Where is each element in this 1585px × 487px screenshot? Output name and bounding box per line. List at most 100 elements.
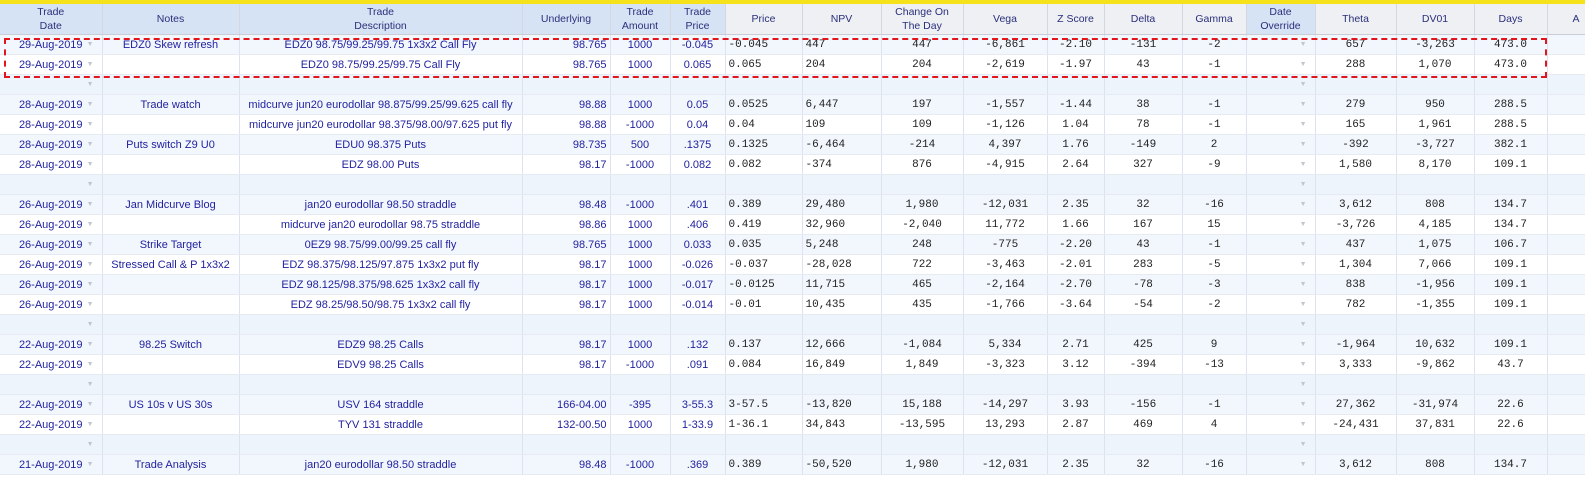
dropdown-arrow-icon[interactable]: ▼ xyxy=(1300,121,1307,128)
cell-extra[interactable] xyxy=(1547,334,1585,355)
cell-price[interactable]: -0.037 xyxy=(725,254,803,275)
cell-date-override[interactable]: ▼ xyxy=(1246,334,1316,355)
cell-z-score[interactable]: 1.76 xyxy=(1047,134,1105,155)
column-header-notes[interactable]: Notes xyxy=(102,4,240,35)
cell-change-on-day[interactable]: 722 xyxy=(881,254,964,275)
cell-z-score[interactable]: -1.97 xyxy=(1047,54,1105,75)
cell-underlying[interactable] xyxy=(522,434,611,455)
cell-vega[interactable]: -6,861 xyxy=(963,34,1048,55)
cell-notes[interactable] xyxy=(102,374,240,395)
column-header-trade-amount[interactable]: Trade Amount xyxy=(610,4,671,35)
cell-date-override[interactable]: ▼ xyxy=(1246,414,1316,435)
cell-vega[interactable]: -1,557 xyxy=(963,94,1048,115)
dropdown-arrow-icon[interactable]: ▼ xyxy=(1300,81,1307,88)
cell-days[interactable]: 106.7 xyxy=(1474,234,1548,255)
cell-days[interactable]: 288.5 xyxy=(1474,94,1548,115)
cell-trade-date[interactable]: 28-Aug-2019 ▼ xyxy=(0,94,103,115)
cell-npv[interactable]: 32,960 xyxy=(802,214,882,235)
cell-trade-date[interactable]: 29-Aug-2019 ▼ xyxy=(0,54,103,75)
dropdown-arrow-icon[interactable]: ▼ xyxy=(87,61,94,68)
cell-notes[interactable] xyxy=(102,114,240,135)
cell-trade-amount[interactable] xyxy=(610,174,671,195)
cell-trade-price[interactable] xyxy=(670,74,726,95)
table-row[interactable]: 28-Aug-2019 ▼ Puts switch Z9 U0 EDU0 98.375… xyxy=(0,134,1585,155)
spacer-row[interactable]: ▼ ▼ xyxy=(0,174,1585,195)
cell-underlying[interactable] xyxy=(522,74,611,95)
cell-extra[interactable] xyxy=(1547,434,1585,455)
cell-theta[interactable]: 1,580 xyxy=(1315,154,1397,175)
cell-z-score[interactable]: 2.71 xyxy=(1047,334,1105,355)
cell-price[interactable]: 0.0525 xyxy=(725,94,803,115)
cell-change-on-day[interactable]: -1,084 xyxy=(881,334,964,355)
cell-date-override[interactable]: ▼ xyxy=(1246,254,1316,275)
cell-trade-description[interactable] xyxy=(239,314,523,335)
cell-notes[interactable]: Stressed Call & P 1x3x2 xyxy=(102,254,240,275)
cell-gamma[interactable]: 4 xyxy=(1182,414,1247,435)
cell-npv[interactable]: -374 xyxy=(802,154,882,175)
cell-trade-price[interactable]: .401 xyxy=(670,194,726,215)
cell-extra[interactable] xyxy=(1547,194,1585,215)
cell-delta[interactable]: 78 xyxy=(1104,114,1183,135)
cell-date-override[interactable]: ▼ xyxy=(1246,74,1316,95)
cell-npv[interactable]: 204 xyxy=(802,54,882,75)
cell-date-override[interactable]: ▼ xyxy=(1246,34,1316,55)
cell-dv01[interactable]: 1,961 xyxy=(1396,114,1475,135)
cell-z-score[interactable]: 1.66 xyxy=(1047,214,1105,235)
cell-trade-amount[interactable]: -1000 xyxy=(610,194,671,215)
cell-vega[interactable]: 13,293 xyxy=(963,414,1048,435)
dropdown-arrow-icon[interactable]: ▼ xyxy=(87,361,94,368)
cell-date-override[interactable]: ▼ xyxy=(1246,134,1316,155)
cell-z-score[interactable]: 2.87 xyxy=(1047,414,1105,435)
cell-underlying[interactable]: 98.17 xyxy=(522,334,611,355)
cell-days[interactable] xyxy=(1474,374,1548,395)
cell-trade-date[interactable]: 28-Aug-2019 ▼ xyxy=(0,134,103,155)
cell-npv[interactable]: 5,248 xyxy=(802,234,882,255)
cell-dv01[interactable]: -9,862 xyxy=(1396,354,1475,375)
cell-underlying[interactable]: 98.17 xyxy=(522,294,611,315)
cell-extra[interactable] xyxy=(1547,154,1585,175)
cell-dv01[interactable]: 808 xyxy=(1396,194,1475,215)
table-row[interactable]: 26-Aug-2019 ▼ EDZ 98.125/98.375/98.625 1x3… xyxy=(0,274,1585,295)
cell-price[interactable]: 0.1325 xyxy=(725,134,803,155)
cell-trade-amount[interactable]: 1000 xyxy=(610,214,671,235)
cell-days[interactable]: 473.0 xyxy=(1474,34,1548,55)
cell-trade-price[interactable]: .091 xyxy=(670,354,726,375)
cell-delta[interactable]: 32 xyxy=(1104,194,1183,215)
dropdown-arrow-icon[interactable]: ▼ xyxy=(1300,421,1307,428)
cell-z-score[interactable] xyxy=(1047,374,1105,395)
cell-notes[interactable] xyxy=(102,74,240,95)
cell-dv01[interactable]: 4,185 xyxy=(1396,214,1475,235)
cell-z-score[interactable]: 2.35 xyxy=(1047,194,1105,215)
dropdown-arrow-icon[interactable]: ▼ xyxy=(87,341,94,348)
cell-price[interactable]: -0.045 xyxy=(725,34,803,55)
cell-dv01[interactable]: 8,170 xyxy=(1396,154,1475,175)
cell-dv01[interactable]: 1,075 xyxy=(1396,234,1475,255)
dropdown-arrow-icon[interactable]: ▼ xyxy=(87,101,94,108)
spacer-row[interactable]: ▼ ▼ xyxy=(0,434,1585,455)
cell-trade-price[interactable]: .369 xyxy=(670,454,726,475)
cell-gamma[interactable] xyxy=(1182,434,1247,455)
cell-date-override[interactable]: ▼ xyxy=(1246,174,1316,195)
cell-trade-amount[interactable] xyxy=(610,314,671,335)
dropdown-arrow-icon[interactable]: ▼ xyxy=(87,301,94,308)
dropdown-arrow-icon[interactable]: ▼ xyxy=(87,221,94,228)
cell-trade-amount[interactable] xyxy=(610,434,671,455)
cell-theta[interactable]: -3,726 xyxy=(1315,214,1397,235)
cell-trade-price[interactable] xyxy=(670,174,726,195)
cell-extra[interactable] xyxy=(1547,34,1585,55)
dropdown-arrow-icon[interactable]: ▼ xyxy=(1300,361,1307,368)
cell-trade-date[interactable]: 26-Aug-2019 ▼ xyxy=(0,234,103,255)
cell-dv01[interactable] xyxy=(1396,434,1475,455)
cell-trade-date[interactable]: 26-Aug-2019 ▼ xyxy=(0,254,103,275)
cell-trade-amount[interactable]: -1000 xyxy=(610,354,671,375)
cell-trade-amount[interactable] xyxy=(610,74,671,95)
cell-vega[interactable] xyxy=(963,314,1048,335)
cell-theta[interactable]: 782 xyxy=(1315,294,1397,315)
cell-extra[interactable] xyxy=(1547,294,1585,315)
cell-trade-description[interactable]: EDZ 98.00 Puts xyxy=(239,154,523,175)
cell-delta[interactable] xyxy=(1104,374,1183,395)
dropdown-arrow-icon[interactable]: ▼ xyxy=(87,181,94,188)
cell-dv01[interactable]: 37,831 xyxy=(1396,414,1475,435)
cell-notes[interactable] xyxy=(102,154,240,175)
cell-delta[interactable]: -394 xyxy=(1104,354,1183,375)
